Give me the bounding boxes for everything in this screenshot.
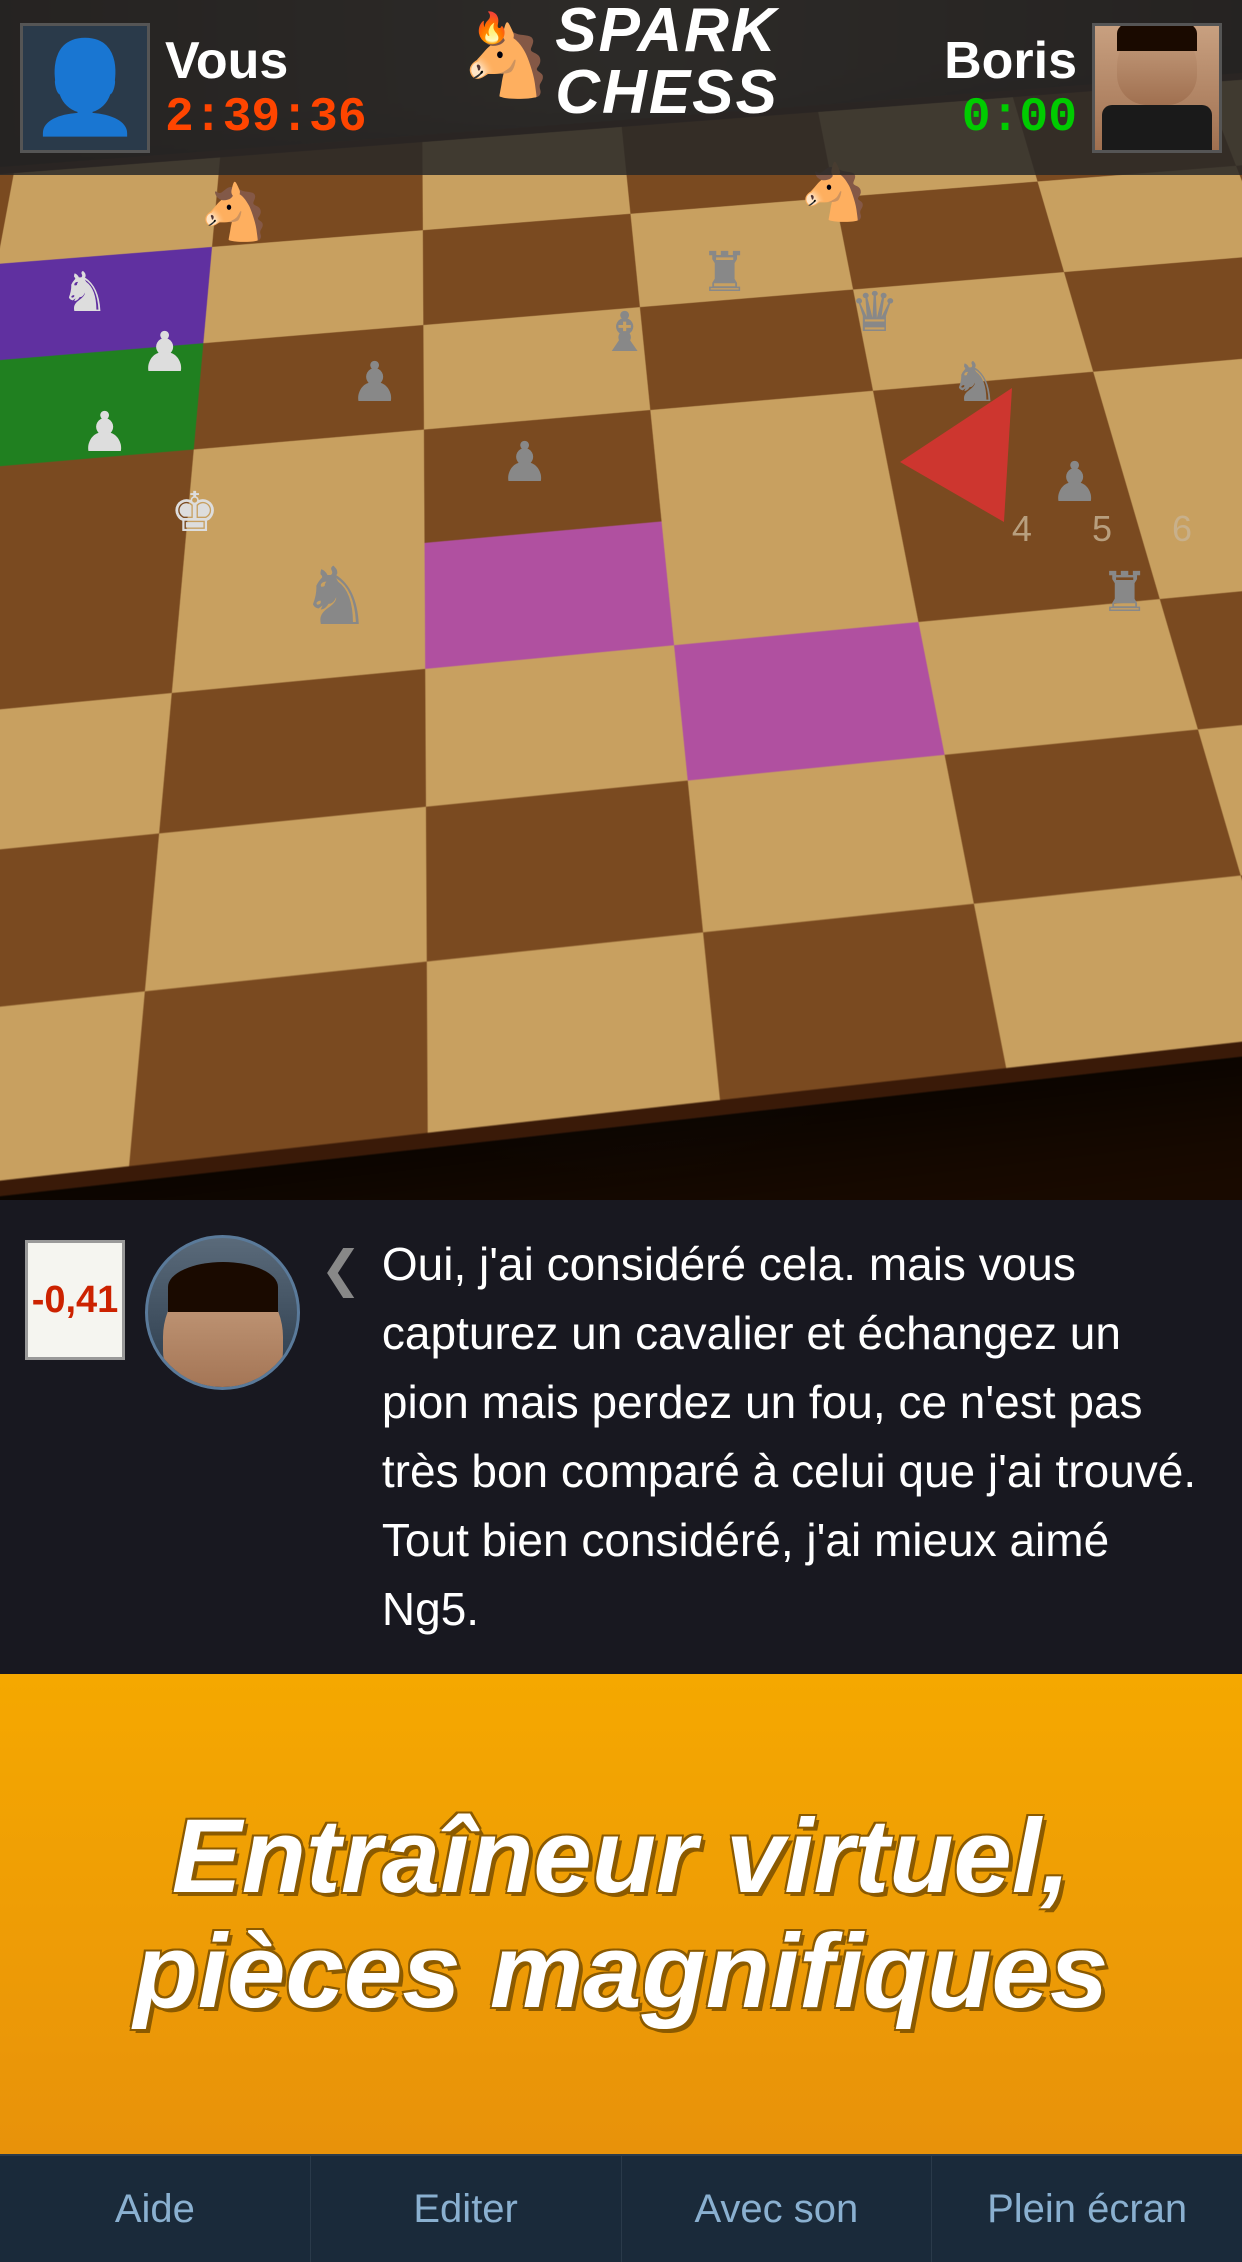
sq-f1[interactable] xyxy=(974,875,1242,1068)
coord-5: 5 xyxy=(1092,508,1112,550)
piece-white-knight-1: ♞ xyxy=(60,260,109,324)
boris-body xyxy=(1102,105,1212,149)
board-coordinates: 4 5 6 xyxy=(1012,508,1192,550)
boris-hair xyxy=(1117,26,1197,51)
piece-white-king: ♚ xyxy=(170,480,219,544)
bottom-navigation: Aide Editer Avec son Plein écran xyxy=(0,2154,1242,2262)
marketing-banner: Entraîneur virtuel, pièces magnifiques xyxy=(0,1674,1242,2154)
sq-e5[interactable] xyxy=(650,390,895,521)
sq-d3[interactable] xyxy=(425,645,688,807)
score-badge: -0,41 xyxy=(25,1240,125,1360)
sq-f2[interactable] xyxy=(945,730,1240,903)
score-value: -0,41 xyxy=(32,1279,119,1322)
sq-c1[interactable] xyxy=(128,961,427,1167)
player-left-info: Vous 2:39:36 xyxy=(165,31,367,145)
coach-message-text: Oui, j'ai considéré cela. mais vous capt… xyxy=(382,1230,1217,1644)
coach-section: -0,41 ❮ Oui, j'ai considéré cela. mais v… xyxy=(0,1200,1242,2208)
boris-face xyxy=(1117,26,1197,106)
sq-g7[interactable] xyxy=(1037,165,1242,272)
marketing-headline-1: Entraîneur virtuel, xyxy=(172,1799,1071,1915)
piece-dark-knight: ♞ xyxy=(300,550,372,643)
logo-chess: CHESS xyxy=(555,62,779,124)
sq-c7[interactable] xyxy=(203,230,423,344)
sq-e1[interactable] xyxy=(703,903,1007,1100)
sq-e4[interactable] xyxy=(662,500,919,644)
sq-e6[interactable] xyxy=(640,290,873,410)
piece-white-pawn-1: ♟ xyxy=(140,320,189,384)
piece-dark-pawn-2: ♟ xyxy=(500,430,549,494)
logo-spark: SPARK xyxy=(555,0,779,62)
coach-face-inner xyxy=(163,1272,283,1390)
sq-c3[interactable] xyxy=(158,668,425,833)
coach-face-hair xyxy=(168,1262,278,1312)
piece-dark-queen: ♛ xyxy=(850,280,899,344)
player-right-avatar xyxy=(1092,23,1222,153)
sq-e2[interactable] xyxy=(688,755,974,932)
player-left-panel: 👤 Vous 2:39:36 xyxy=(20,23,367,153)
player-right-panel: Boris 0:00 xyxy=(944,23,1222,153)
logo-horse-icon: 🐴 🔥 xyxy=(463,21,550,103)
sq-f3[interactable] xyxy=(919,598,1198,754)
boris-avatar-inner xyxy=(1095,26,1219,150)
marketing-headline-2: pièces magnifiques xyxy=(134,1914,1108,2030)
sq-d2[interactable] xyxy=(426,781,703,961)
nav-editer[interactable]: Editer xyxy=(311,2156,622,2262)
piece-white-pawn-2: ♟ xyxy=(80,400,129,464)
sq-c4[interactable] xyxy=(171,543,425,692)
piece-dark-rook-2: ♜ xyxy=(1100,560,1149,624)
piece-dark-bishop: ♝ xyxy=(600,300,649,364)
sq-d4[interactable] xyxy=(424,521,674,668)
game-area: 4 5 6 ♞ ♟ ♟ ♚ ♞ ♟ ♟ ♝ ♜ ♛ ♞ ♟ ♜ 🐴 🐴 👤 Vo… xyxy=(0,0,1242,1200)
coach-avatar xyxy=(145,1235,300,1390)
speech-bracket-icon: ❮ xyxy=(320,1240,362,1298)
silhouette-icon: 👤 xyxy=(29,43,141,133)
board-grid xyxy=(0,61,1242,1200)
chat-area: -0,41 ❮ Oui, j'ai considéré cela. mais v… xyxy=(0,1200,1242,1674)
sq-d1[interactable] xyxy=(426,932,720,1133)
logo-text-block: SPARK CHESS xyxy=(555,0,779,124)
player-right-timer: 0:00 xyxy=(962,91,1077,145)
game-header: 👤 Vous 2:39:36 🐴 🔥 SPARK CHESS xyxy=(0,0,1242,175)
nav-aide[interactable]: Aide xyxy=(0,2156,311,2262)
sq-e3[interactable] xyxy=(674,621,945,780)
chess-scene: 4 5 6 ♞ ♟ ♟ ♚ ♞ ♟ ♟ ♝ ♜ ♛ ♞ ♟ ♜ 🐴 🐴 xyxy=(0,0,1242,1200)
chess-board[interactable] xyxy=(0,61,1242,1200)
piece-dark-pawn-3: ♟ xyxy=(1050,450,1099,514)
sq-c2[interactable] xyxy=(144,807,426,991)
piece-dark-pawn-1: ♟ xyxy=(350,350,399,414)
sq-g6[interactable] xyxy=(1064,255,1242,371)
player-right-name: Boris xyxy=(944,31,1077,91)
coord-6: 6 xyxy=(1172,508,1192,550)
coord-4: 4 xyxy=(1012,508,1032,550)
app-logo: 🐴 🔥 SPARK CHESS xyxy=(463,0,779,124)
player-left-timer: 2:39:36 xyxy=(165,91,367,145)
player-left-name: Vous xyxy=(165,31,367,91)
sq-b1[interactable] xyxy=(0,991,144,1200)
player-left-avatar: 👤 xyxy=(20,23,150,153)
nav-plein-ecran[interactable]: Plein écran xyxy=(932,2156,1242,2262)
player-right-info: Boris 0:00 xyxy=(944,31,1077,145)
fire-icon: 🔥 xyxy=(473,11,510,46)
piece-dark-rook: ♜ xyxy=(700,240,749,304)
sq-f7[interactable] xyxy=(835,181,1063,289)
piece-white-horse: 🐴 xyxy=(200,180,268,245)
nav-avec-son[interactable]: Avec son xyxy=(622,2156,933,2262)
